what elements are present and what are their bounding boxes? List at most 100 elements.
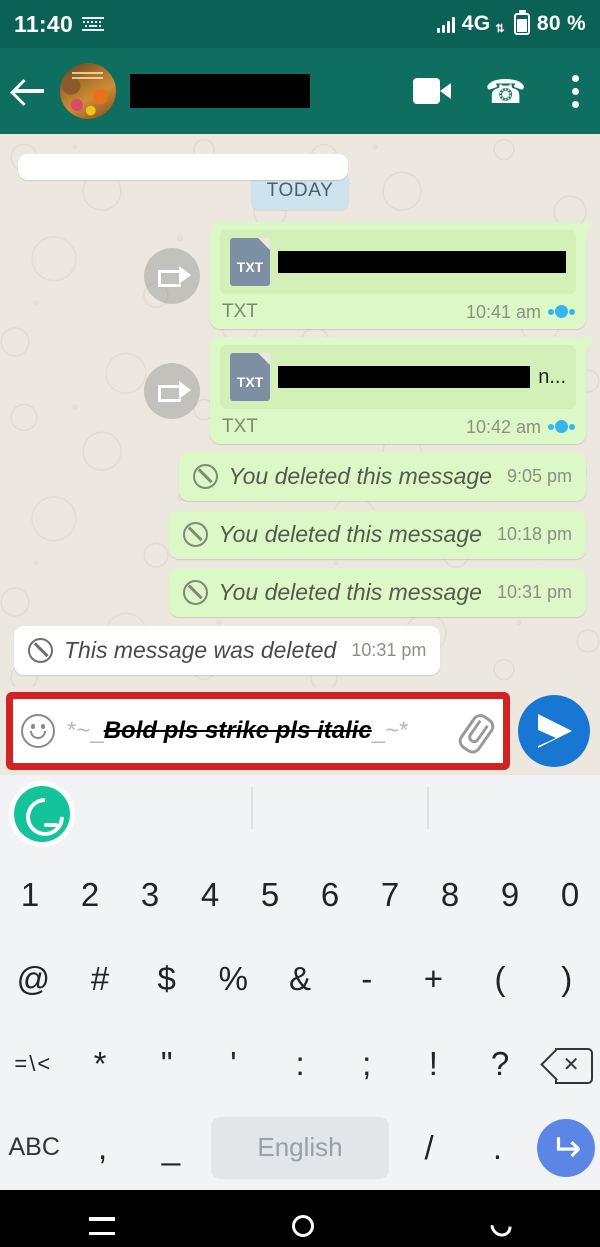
status-bar-left: 11:40 <box>14 11 105 38</box>
back-arrow-icon[interactable] <box>12 76 46 106</box>
backspace-icon[interactable]: ✕ <box>533 1022 600 1106</box>
key-5[interactable]: 5 <box>240 853 300 937</box>
txt-file-icon: TXT <box>230 353 270 401</box>
enter-key-icon[interactable] <box>536 1118 595 1177</box>
keyboard-row-symbols-1: @ # $ % & - + ( ) <box>0 937 600 1021</box>
network-type: 4G <box>461 12 491 35</box>
forwarded-indicator-icon <box>144 247 200 304</box>
key-7[interactable]: 7 <box>360 853 420 937</box>
key-symbols-page-2[interactable]: =\< <box>0 1022 67 1106</box>
key-paren-open[interactable]: ( <box>467 937 534 1021</box>
keyboard-icon <box>82 17 105 31</box>
key-3[interactable]: 3 <box>120 853 180 937</box>
document-card[interactable]: TXT <box>220 230 576 294</box>
data-activity-icon: ⇅ <box>495 22 505 35</box>
on-screen-keyboard: 1 2 3 4 5 6 7 8 9 0 @ # $ % & - + ( ) =\… <box>0 775 600 1190</box>
suggestion-divider <box>251 787 253 829</box>
message-bubble-document[interactable]: TXT n... TXT 10:42 am <box>210 337 595 444</box>
key-1[interactable]: 1 <box>0 853 60 937</box>
deleted-message-text: You deleted this message <box>228 463 492 489</box>
key-colon[interactable]: : <box>267 1022 334 1106</box>
message-bubble-deleted[interactable]: You deleted this message 10:31 pm <box>168 568 586 617</box>
key-at[interactable]: @ <box>0 937 67 1021</box>
deleted-message-icon <box>182 580 208 605</box>
key-underscore[interactable]: _ <box>137 1106 205 1190</box>
battery-percent: 80 % <box>536 12 586 35</box>
key-asterisk[interactable]: * <box>67 1022 134 1106</box>
key-2[interactable]: 2 <box>60 853 120 937</box>
key-exclamation[interactable]: ! <box>400 1022 467 1106</box>
key-paren-close[interactable]: ) <box>533 937 600 1021</box>
key-apostrophe[interactable]: ' <box>200 1022 267 1106</box>
message-timestamp: 9:05 pm <box>506 466 572 486</box>
message-timestamp: 10:31 pm <box>351 640 427 660</box>
app-bar-actions: ☎ <box>412 71 584 112</box>
key-9[interactable]: 9 <box>480 853 540 937</box>
key-abc-switch[interactable]: ABC <box>0 1106 68 1190</box>
message-row: TXT n... TXT 10:42 am <box>14 337 595 444</box>
message-meta-right: 10:42 am <box>465 416 575 438</box>
key-minus[interactable]: - <box>333 937 400 1021</box>
contact-avatar[interactable] <box>60 63 116 119</box>
message-timestamp: 10:31 pm <box>496 582 572 602</box>
message-bubble-deleted[interactable]: You deleted this message 9:05 pm <box>178 452 586 501</box>
grammarly-icon[interactable] <box>14 786 70 842</box>
key-spacebar[interactable]: English <box>211 1116 389 1179</box>
message-meta-right: 10:41 am <box>465 301 575 323</box>
deleted-message-icon <box>28 638 53 663</box>
deleted-message-icon <box>182 522 208 547</box>
document-card[interactable]: TXT n... <box>220 345 576 409</box>
key-0[interactable]: 0 <box>540 853 600 937</box>
message-composer: *~_Bold pls strike pls italic_~* <box>0 687 600 775</box>
send-icon[interactable] <box>518 695 590 767</box>
message-input-field[interactable]: *~_Bold pls strike pls italic_~* <box>6 692 510 770</box>
format-marker-prefix: *~_ <box>67 717 104 744</box>
key-6[interactable]: 6 <box>300 853 360 937</box>
app-bar: ☎ <box>0 48 600 134</box>
more-options-icon[interactable] <box>560 71 584 112</box>
key-hash[interactable]: # <box>67 937 134 1021</box>
message-timestamp: 10:18 pm <box>496 524 572 544</box>
emoji-smiley-icon[interactable] <box>21 714 55 748</box>
key-double-quote[interactable]: " <box>133 1022 200 1106</box>
forwarded-indicator-icon <box>144 362 200 419</box>
android-navigation-bar <box>0 1190 600 1247</box>
message-bubble-deleted-incoming[interactable]: This message was deleted 10:31 pm <box>14 626 441 675</box>
previous-message-partial[interactable] <box>18 154 348 180</box>
phone-call-icon[interactable]: ☎ <box>485 73 526 110</box>
key-ampersand[interactable]: & <box>267 937 334 1021</box>
deleted-message-text: You deleted this message <box>218 521 482 547</box>
keyboard-row-bottom: ABC , _ English / . <box>0 1106 600 1190</box>
key-dollar[interactable]: $ <box>133 937 200 1021</box>
key-4[interactable]: 4 <box>180 853 240 937</box>
message-timestamp: 10:41 am <box>465 301 541 322</box>
txt-file-icon: TXT <box>230 238 270 286</box>
key-slash[interactable]: / <box>395 1106 463 1190</box>
key-period[interactable]: . <box>463 1106 531 1190</box>
document-name-redacted <box>278 251 566 273</box>
key-8[interactable]: 8 <box>420 853 480 937</box>
video-call-icon[interactable] <box>412 78 451 104</box>
key-percent[interactable]: % <box>200 937 267 1021</box>
message-timestamp: 10:42 am <box>465 416 541 437</box>
deleted-message-text: This message was deleted <box>64 637 337 663</box>
formatted-text: Bold pls strike pls italic <box>103 717 372 744</box>
nav-back-icon[interactable] <box>486 1211 517 1241</box>
txt-file-icon-label: TXT <box>236 259 264 275</box>
keyboard-row-symbols-2: =\< * " ' : ; ! ? ✕ <box>0 1022 600 1106</box>
paperclip-icon[interactable] <box>451 705 502 757</box>
txt-file-icon-label: TXT <box>236 374 264 390</box>
deleted-message-text: You deleted this message <box>218 579 482 605</box>
key-question[interactable]: ? <box>467 1022 534 1106</box>
home-icon[interactable] <box>291 1215 314 1237</box>
chat-content: TODAY TXT TXT 10:41 am TXT n... TXT 10:4… <box>0 154 600 675</box>
message-bubble-document[interactable]: TXT TXT 10:41 am <box>210 222 595 329</box>
message-bubble-deleted[interactable]: You deleted this message 10:18 pm <box>168 510 586 559</box>
message-input-text[interactable]: *~_Bold pls strike pls italic_~* <box>61 716 453 746</box>
key-comma[interactable]: , <box>68 1106 136 1190</box>
recent-apps-icon[interactable] <box>88 1217 115 1235</box>
key-plus[interactable]: + <box>400 937 467 1021</box>
contact-name-redacted[interactable] <box>130 74 310 108</box>
key-semicolon[interactable]: ; <box>333 1022 400 1106</box>
chat-message-list[interactable]: TODAY TXT TXT 10:41 am TXT n... TXT 10:4… <box>0 134 600 687</box>
